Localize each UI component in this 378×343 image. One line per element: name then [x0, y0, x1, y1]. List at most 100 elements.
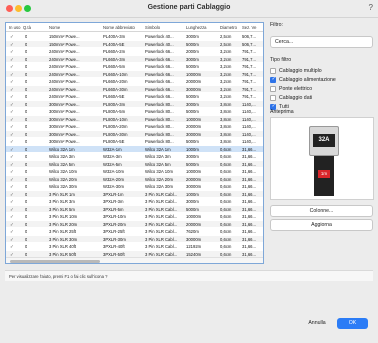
table-row[interactable]: ✓ 0 300mm² Powe... PL800A-30m Powerlock 80..…	[6, 130, 263, 138]
cell-diameter: 3,8cm	[220, 139, 232, 144]
column-header-diameter[interactable]: Diametro	[220, 25, 237, 30]
table-row[interactable]: ✓ 0 3 Pin XLR 5m 3PXLR-5m 3 Pin XLR Cabl... 5…	[6, 205, 263, 213]
cell-name: 240mm² Powe...	[49, 86, 80, 92]
in-use-check-icon[interactable]: ✓	[10, 244, 14, 250]
in-use-check-icon[interactable]: ✓	[10, 109, 14, 115]
in-use-check-icon[interactable]: ✓	[10, 64, 14, 70]
table-row[interactable]: ✓ 0 240mm² Powe... PL660A-3m Powerlock 66...…	[6, 55, 263, 63]
cell-qty: 0	[25, 236, 28, 242]
in-use-check-icon[interactable]: ✓	[10, 177, 14, 183]
table-row[interactable]: ✓ 0 150mm² Powe... PL400A-5E Powerlock 40...…	[6, 40, 263, 48]
plug-connector-image: 32A	[309, 126, 339, 156]
table-row[interactable]: ✓ 0 Wilco 32A 10m W32A-10m Wilco 32A 10m 1000…	[6, 168, 263, 175]
checkbox-power-cable[interactable]	[270, 76, 276, 83]
table-row[interactable]: ✓ 0 Wilco 32A 5m W32A-5m Wilco 32A 5m 5000m 0,…	[6, 160, 263, 168]
table-row[interactable]: ✓ 0 3 Pin XLR 3m 3PXLR-3m 3 Pin XLR Cabl... 3…	[6, 198, 263, 205]
cell-length: 20000m	[186, 221, 202, 227]
column-header-name[interactable]: Nome	[49, 25, 60, 30]
column-header-short-name[interactable]: Nome abbreviato	[103, 25, 135, 30]
table-row[interactable]: ✓ 0 Wilco 32A 1m W32A-1m Wilco 32A 1m 1000m 0,…	[6, 145, 263, 153]
in-use-check-icon[interactable]: ✓	[10, 154, 14, 160]
columns-button[interactable]: Colonne...	[270, 205, 373, 217]
table-row[interactable]: ✓ 0 Wilco 32A 30m W32A-30m Wilco 32A 30m 3000…	[6, 183, 263, 190]
cell-short-name: 3PXLR-1m	[103, 191, 124, 197]
cell-section: 31,66...	[242, 191, 256, 197]
table-row[interactable]: ✓ 0 Wilco 32A 20m W32A-20m Wilco 32A 20m 2000…	[6, 175, 263, 183]
in-use-check-icon[interactable]: ✓	[10, 162, 14, 168]
in-use-check-icon[interactable]: ✓	[10, 42, 14, 48]
cell-length: 3000m	[186, 101, 199, 107]
cell-name: 300mm² Powe...	[49, 131, 80, 137]
in-use-check-icon[interactable]: ✓	[10, 169, 14, 175]
in-use-check-icon[interactable]: ✓	[10, 57, 14, 63]
table-row[interactable]: ✓ 0 300mm² Powe... PL800A-20m Powerlock 80..…	[6, 123, 263, 130]
column-header-section[interactable]: Sez. Ve	[242, 25, 256, 30]
cable-parts-table[interactable]: In uso Q.tà Nome Nome abbreviato Simbolo…	[5, 22, 264, 264]
cell-section: 31,66...	[242, 169, 256, 174]
column-header-symbol[interactable]: Simbolo	[145, 25, 160, 30]
table-row[interactable]: ✓ 0 3 Pin XLR 20m 3PXLR-20m 3 Pin XLR Cabl..…	[6, 220, 263, 228]
in-use-check-icon[interactable]: ✓	[10, 222, 14, 228]
in-use-check-icon[interactable]: ✓	[10, 34, 14, 40]
horizontal-scrollbar[interactable]	[6, 257, 263, 263]
cell-short-name: PL660A-10m	[103, 71, 128, 77]
table-row[interactable]: ✓ 0 300mm² Powe... PL800A-3m Powerlock 80...…	[6, 100, 263, 108]
column-header-length[interactable]: Lunghezza	[186, 25, 207, 30]
in-use-check-icon[interactable]: ✓	[10, 214, 14, 220]
table-row[interactable]: ✓ 0 300mm² Powe... PL800A-10m Powerlock 80..…	[6, 115, 263, 123]
column-header-qty[interactable]: Q.tà	[23, 25, 31, 30]
checkbox-bridge[interactable]	[270, 86, 276, 92]
cell-diameter: 3,2cm	[220, 49, 232, 54]
cell-diameter: 3,2cm	[220, 86, 232, 92]
in-use-check-icon[interactable]: ✓	[10, 117, 14, 123]
table-row[interactable]: ✓ 0 3 Pin XLR 30m 3PXLR-30m 3 Pin XLR Cabl..…	[6, 235, 263, 243]
in-use-check-icon[interactable]: ✓	[10, 102, 14, 108]
table-row[interactable]: ✓ 0 240mm² Powe... PL660A-5m Powerlock 66...…	[6, 63, 263, 70]
cell-short-name: 3PXLR-50ft	[103, 251, 125, 257]
table-row[interactable]: ✓ 0 240mm² Powe... PL660A-2m Powerlock 66...…	[6, 48, 263, 55]
in-use-check-icon[interactable]: ✓	[10, 207, 14, 213]
refresh-button[interactable]: Aggiorna	[270, 219, 373, 231]
table-row[interactable]: ✓ 0 300mm² Powe... PL800A-5E Powerlock 80...…	[6, 138, 263, 145]
cell-symbol: Powerlock 80...	[145, 131, 174, 137]
in-use-check-icon[interactable]: ✓	[10, 132, 14, 138]
in-use-check-icon[interactable]: ✓	[10, 139, 14, 145]
in-use-check-icon[interactable]: ✓	[10, 199, 14, 205]
ok-button[interactable]: OK	[337, 318, 368, 329]
table-row[interactable]: ✓ 0 150mm² Powe... PL400A-3m Powerlock 40...…	[6, 33, 263, 40]
checkbox-multicable[interactable]	[270, 68, 276, 74]
in-use-check-icon[interactable]: ✓	[10, 124, 14, 130]
in-use-check-icon[interactable]: ✓	[10, 94, 14, 100]
in-use-check-icon[interactable]: ✓	[10, 79, 14, 85]
in-use-check-icon[interactable]: ✓	[10, 87, 14, 93]
in-use-check-icon[interactable]: ✓	[10, 192, 14, 198]
table-row[interactable]: ✓ 0 3 Pin XLR 25ft 3PXLR-25ft 3 Pin XLR Cabl…	[6, 228, 263, 235]
table-row[interactable]: ✓ 0 3 Pin XLR 1m 3PXLR-1m 3 Pin XLR Cabl... 1…	[6, 190, 263, 198]
cell-diameter: 3,8cm	[220, 101, 232, 107]
table-row[interactable]: ✓ 0 240mm² Powe... PL660A-10m Powerlock 66..…	[6, 70, 263, 78]
in-use-check-icon[interactable]: ✓	[10, 147, 14, 153]
table-row[interactable]: ✓ 0 240mm² Powe... PL660A-5E Powerlock 66...…	[6, 93, 263, 100]
in-use-check-icon[interactable]: ✓	[10, 229, 14, 235]
table-row[interactable]: ✓ 0 240mm² Powe... PL660A-20m Powerlock 66..…	[6, 78, 263, 85]
table-row[interactable]: ✓ 0 3 Pin XLR 10m 3PXLR-10m 3 Pin XLR Cabl..…	[6, 213, 263, 220]
table-row[interactable]: ✓ 0 3 Pin XLR 40ft 3PXLR-40ft 3 Pin XLR Cabl…	[6, 243, 263, 250]
scrollbar-thumb[interactable]	[10, 259, 100, 263]
in-use-check-icon[interactable]: ✓	[10, 72, 14, 78]
cell-diameter: 3,2cm	[220, 64, 232, 69]
cell-section: 31,66...	[242, 176, 256, 182]
cancel-button[interactable]: Annulla	[302, 318, 332, 329]
table-row[interactable]: ✓ 0 300mm² Powe... PL800A-5m Powerlock 80...…	[6, 108, 263, 115]
in-use-check-icon[interactable]: ✓	[10, 184, 14, 190]
search-button[interactable]: Cerca...	[270, 36, 373, 48]
checkbox-data-cable[interactable]	[270, 95, 276, 101]
column-header-in-use[interactable]: In uso	[9, 25, 20, 30]
cell-symbol: 3 Pin XLR Cabl...	[145, 251, 178, 257]
help-icon[interactable]: ?	[369, 3, 373, 12]
table-row[interactable]: ✓ 0 Wilco 32A 3m W32A-3m Wilco 32A 3m 3000m 0,…	[6, 153, 263, 160]
table-row[interactable]: ✓ 0 240mm² Powe... PL660A-30m Powerlock 66..…	[6, 85, 263, 93]
in-use-check-icon[interactable]: ✓	[10, 237, 14, 243]
in-use-check-icon[interactable]: ✓	[10, 49, 14, 55]
cell-qty: 0	[25, 206, 28, 212]
cell-section: 1140,...	[242, 116, 256, 122]
